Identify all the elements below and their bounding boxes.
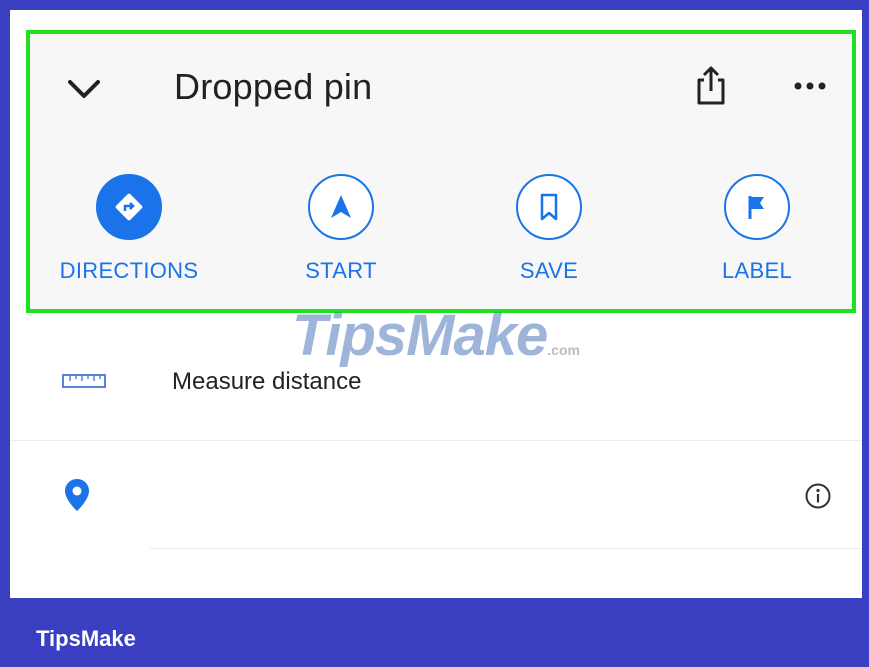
divider [150,548,862,549]
share-icon[interactable] [694,64,728,106]
bookmark-icon [516,174,582,240]
flag-icon [724,174,790,240]
place-title: Dropped pin [174,66,373,107]
place-header: Dropped pin [30,34,852,144]
pin-row[interactable] [10,440,862,550]
location-pin-icon [65,479,89,511]
action-bar: DIRECTIONS START SAVE LABEL [30,174,852,304]
label-button[interactable]: LABEL [672,174,842,304]
place-header-panel: Dropped pin DIRECTIONS START SAVE LABEL [26,30,856,313]
start-label: START [305,258,377,283]
directions-label: DIRECTIONS [59,258,199,283]
watermark-text: TipsMake [292,303,548,368]
watermark: TipsMake.com [292,302,580,369]
chevron-down-icon[interactable] [66,74,102,104]
navigation-arrow-icon [308,174,374,240]
info-icon[interactable] [804,482,832,510]
directions-button[interactable]: DIRECTIONS [44,174,214,304]
label-label: LABEL [722,258,792,283]
ruler-icon [62,374,106,388]
brand-label: TipsMake [36,626,136,651]
directions-icon [96,174,162,240]
save-button[interactable]: SAVE [464,174,634,304]
watermark-suffix: .com [547,342,580,358]
start-button[interactable]: START [256,174,426,304]
save-label: SAVE [519,258,579,283]
more-horizontal-icon[interactable] [790,74,830,98]
measure-distance-label: Measure distance [172,368,362,395]
